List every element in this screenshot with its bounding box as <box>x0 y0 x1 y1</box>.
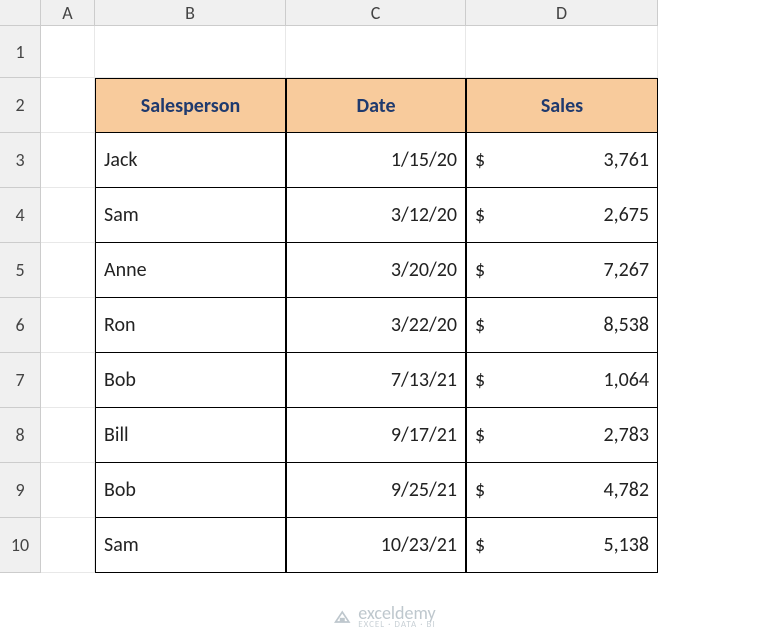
row-header-7[interactable]: 7 <box>0 353 41 408</box>
sales-value: 2,675 <box>603 203 649 227</box>
cell-salesperson[interactable]: Ron <box>95 298 286 353</box>
currency-symbol: $ <box>475 258 485 282</box>
exceldemy-logo-icon <box>332 607 352 627</box>
cell-salesperson[interactable]: Anne <box>95 243 286 298</box>
cell-salesperson[interactable]: Bob <box>95 463 286 518</box>
cell-date[interactable]: 10/23/21 <box>286 518 466 573</box>
cell-sales[interactable]: $8,538 <box>466 298 658 353</box>
cell-sales[interactable]: $2,675 <box>466 188 658 243</box>
column-header-c[interactable]: C <box>286 0 466 26</box>
cell-a9[interactable] <box>41 463 95 518</box>
cell-sales[interactable]: $4,782 <box>466 463 658 518</box>
cell-a5[interactable] <box>41 243 95 298</box>
cell-salesperson[interactable]: Bob <box>95 353 286 408</box>
cell-a6[interactable] <box>41 298 95 353</box>
cell-a2[interactable] <box>41 78 95 133</box>
header-date[interactable]: Date <box>286 78 466 133</box>
currency-symbol: $ <box>475 368 485 392</box>
header-sales[interactable]: Sales <box>466 78 658 133</box>
cell-salesperson[interactable]: Bill <box>95 408 286 463</box>
currency-symbol: $ <box>475 533 485 557</box>
cell-date[interactable]: 9/25/21 <box>286 463 466 518</box>
cell-c1[interactable] <box>286 26 466 78</box>
sales-value: 8,538 <box>603 313 649 337</box>
row-header-8[interactable]: 8 <box>0 408 41 463</box>
row-header-6[interactable]: 6 <box>0 298 41 353</box>
cell-a10[interactable] <box>41 518 95 573</box>
cell-sales[interactable]: $5,138 <box>466 518 658 573</box>
cell-date[interactable]: 1/15/20 <box>286 133 466 188</box>
cell-sales[interactable]: $1,064 <box>466 353 658 408</box>
cell-a3[interactable] <box>41 133 95 188</box>
row-header-3[interactable]: 3 <box>0 133 41 188</box>
sales-value: 3,761 <box>603 148 649 172</box>
currency-symbol: $ <box>475 423 485 447</box>
cell-date[interactable]: 7/13/21 <box>286 353 466 408</box>
spreadsheet-grid: A B C D 1 2 Salesperson Date Sales 3 Jac… <box>0 0 768 573</box>
row-header-10[interactable]: 10 <box>0 518 41 573</box>
sales-value: 7,267 <box>603 258 649 282</box>
watermark-tagline: EXCEL · DATA · BI <box>358 620 435 629</box>
cell-date[interactable]: 9/17/21 <box>286 408 466 463</box>
cell-sales[interactable]: $3,761 <box>466 133 658 188</box>
currency-symbol: $ <box>475 313 485 337</box>
currency-symbol: $ <box>475 478 485 502</box>
sales-value: 2,783 <box>603 423 649 447</box>
cell-d1[interactable] <box>466 26 658 78</box>
cell-salesperson[interactable]: Sam <box>95 188 286 243</box>
row-header-5[interactable]: 5 <box>0 243 41 298</box>
select-all-corner[interactable] <box>0 0 41 26</box>
row-header-9[interactable]: 9 <box>0 463 41 518</box>
header-salesperson[interactable]: Salesperson <box>95 78 286 133</box>
row-header-1[interactable]: 1 <box>0 26 41 78</box>
currency-symbol: $ <box>475 148 485 172</box>
sales-value: 1,064 <box>603 368 649 392</box>
cell-salesperson[interactable]: Sam <box>95 518 286 573</box>
currency-symbol: $ <box>475 203 485 227</box>
cell-sales[interactable]: $7,267 <box>466 243 658 298</box>
cell-salesperson[interactable]: Jack <box>95 133 286 188</box>
cell-date[interactable]: 3/12/20 <box>286 188 466 243</box>
column-header-d[interactable]: D <box>466 0 658 26</box>
cell-sales[interactable]: $2,783 <box>466 408 658 463</box>
cell-a1[interactable] <box>41 26 95 78</box>
cell-date[interactable]: 3/22/20 <box>286 298 466 353</box>
cell-date[interactable]: 3/20/20 <box>286 243 466 298</box>
sales-value: 5,138 <box>603 533 649 557</box>
cell-a8[interactable] <box>41 408 95 463</box>
cell-a7[interactable] <box>41 353 95 408</box>
column-header-a[interactable]: A <box>41 0 95 26</box>
cell-b1[interactable] <box>95 26 286 78</box>
cell-a4[interactable] <box>41 188 95 243</box>
row-header-4[interactable]: 4 <box>0 188 41 243</box>
sales-value: 4,782 <box>603 478 649 502</box>
row-header-2[interactable]: 2 <box>0 78 41 133</box>
column-header-b[interactable]: B <box>95 0 286 26</box>
watermark: exceldemy EXCEL · DATA · BI <box>332 604 435 629</box>
